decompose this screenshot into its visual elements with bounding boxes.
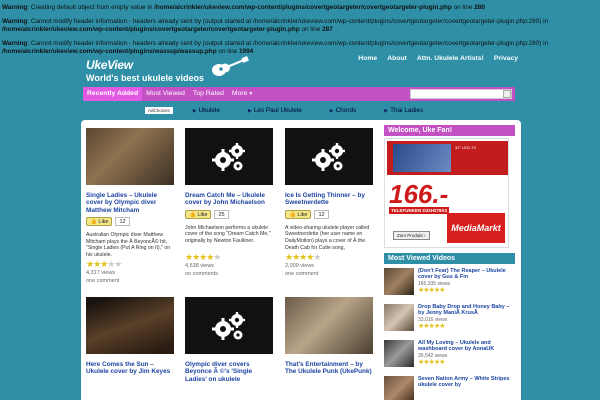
chevron-down-icon: ▼ (248, 91, 254, 97)
star-rating: ★★★★★ (418, 286, 445, 294)
video-card: Dream Catch Me – Ukulele cover by John M… (185, 128, 273, 278)
site-name: UkeView (86, 58, 133, 72)
triangle-right-icon: ▶ (247, 108, 252, 114)
video-title[interactable]: Dream Catch Me – Ukulele cover by John M… (185, 192, 273, 207)
comment-count[interactable]: no comments (185, 270, 273, 278)
mediamarkt-logo: MediaMarkt (447, 213, 505, 243)
triangle-right-icon: ▶ (192, 108, 197, 114)
site-tagline: World's best ukulele videos (86, 73, 205, 83)
video-title[interactable]: (Don't Fear) The Reaper – Ukulele cover … (418, 268, 514, 281)
video-thumbnail[interactable] (285, 128, 373, 185)
star-rating[interactable]: ★★★★★ (285, 252, 373, 262)
sidebar: Welcome, Uke Fan! 32" LED-TV 166.- TELEF… (384, 125, 515, 400)
video-card: Single Ladies – Ukulele cover by Olympic… (86, 128, 174, 285)
star-rating: ★★★★★ (418, 322, 445, 330)
view-count: 4,538 views (185, 262, 215, 269)
ad-link[interactable]: ▶ Chords (330, 107, 356, 114)
video-thumbnail[interactable] (384, 376, 414, 400)
gears-icon (212, 143, 245, 171)
view-count: 4,317 views (86, 270, 116, 277)
video-description: John Michaelson performs a ukulele cover… (185, 224, 271, 244)
video-description: A video-sharing ukulele player called Sw… (285, 224, 370, 251)
comment-count[interactable]: one comment (285, 270, 373, 278)
ad-banner[interactable]: 32" LED-TV 166.- TELEFUNKEN D32H278X3 Me… (384, 138, 509, 248)
video-title[interactable]: Seven Nation Army – White Stripes ukulel… (418, 376, 514, 389)
category-menu: Recently Added Most Viewed Top Rated Mor… (83, 87, 515, 101)
tv-ad-text: 32" LED-TV (455, 145, 477, 150)
video-title[interactable]: Ice Is Getting Thinner – by Sweetnerdett… (285, 192, 373, 207)
tv-screen (393, 144, 451, 172)
video-thumbnail[interactable] (86, 297, 174, 354)
nav-privacy[interactable]: Privacy (494, 55, 518, 62)
like-button[interactable]: 👍 Like (86, 217, 113, 227)
tab-more-label: More (231, 90, 248, 97)
video-title[interactable]: Olympic diver covers Beyonce Ã ©'s 'Sing… (185, 361, 273, 383)
triangle-right-icon: ▶ (384, 108, 389, 114)
star-rating: ★★★★★ (418, 358, 445, 366)
nav-artists[interactable]: Attn. Ukulele Artists! (417, 55, 484, 62)
warning-line: Warning: Creating default object from em… (2, 4, 485, 11)
video-thumbnail[interactable] (384, 304, 414, 331)
nav-about[interactable]: About (387, 55, 407, 62)
tab-most-viewed[interactable]: Most Viewed (142, 87, 189, 101)
video-thumbnail[interactable] (384, 340, 414, 367)
adchoices-badge[interactable]: AdChoices (145, 107, 173, 114)
gears-icon (212, 312, 245, 340)
search-button[interactable] (503, 90, 511, 98)
nav-home[interactable]: Home (358, 55, 377, 62)
video-thumbnail[interactable] (285, 297, 373, 354)
video-thumbnail[interactable] (185, 128, 273, 185)
star-rating[interactable]: ★★★★★ (86, 259, 174, 269)
like-button[interactable]: 👍 Like (285, 209, 312, 219)
ukulele-icon (212, 56, 249, 76)
video-title[interactable]: Drop Baby Drop and Honey Baby – by Jenny… (418, 304, 514, 317)
top-nav: Home About Attn. Ukulele Artists! Privac… (358, 55, 518, 62)
php-warnings: Warning: Creating default object from em… (0, 4, 600, 62)
ad-link-bar: AdChoices ▶ Ukulele ▶ Les Paul Ukulele ▶ Ch… (145, 107, 451, 114)
ad-link[interactable]: ▶ Les Paul Ukulele (248, 107, 302, 114)
most-viewed-header: Most Viewed Videos (384, 253, 515, 264)
warning-line: Warning: Cannot modify header informatio… (2, 17, 549, 34)
video-title[interactable]: That's Entertainment – by The Ukulele Pu… (285, 361, 373, 376)
search-input[interactable] (410, 89, 512, 99)
video-thumbnail[interactable] (384, 268, 414, 295)
video-thumbnail[interactable] (185, 297, 273, 354)
video-title[interactable]: Here Comes the Sun – Ukulele cover by Ji… (86, 361, 174, 376)
ad-link[interactable]: ▶ Ukulele (193, 107, 220, 114)
video-title[interactable]: All My Loving – Ukulele and washboard co… (418, 340, 514, 353)
tab-more[interactable]: More▼ (228, 87, 257, 101)
like-button[interactable]: 👍 Like (185, 209, 212, 219)
video-title[interactable]: Single Ladies – Ukulele cover by Olympic… (86, 192, 174, 214)
video-card: That's Entertainment – by The Ukulele Pu… (285, 297, 373, 376)
most-viewed-item[interactable]: Drop Baby Drop and Honey Baby – by Jenny… (384, 304, 515, 336)
tab-top-rated[interactable]: Top Rated (189, 87, 228, 101)
video-card: Here Comes the Sun – Ukulele cover by Ji… (86, 297, 174, 376)
like-count: 12 (115, 217, 130, 227)
ad-price: 166.- (389, 179, 449, 209)
video-card: Ice Is Getting Thinner – by Sweetnerdett… (285, 128, 373, 278)
ad-product-button[interactable]: Zum Produkt › (393, 231, 430, 240)
video-card: Olympic diver covers Beyonce Ã ©'s 'Sing… (185, 297, 273, 383)
ad-link[interactable]: ▶ Thai Ladies (384, 107, 423, 114)
video-thumbnail[interactable] (86, 128, 174, 185)
video-description: Australian Olympic diver Matthew Mitcham… (86, 232, 171, 258)
tv-ad-image: 32" LED-TV (387, 141, 508, 175)
star-rating[interactable]: ★★★★★ (185, 252, 273, 262)
gears-icon (312, 143, 345, 171)
welcome-header: Welcome, Uke Fan! (384, 125, 515, 136)
triangle-right-icon: ▶ (329, 108, 334, 114)
comment-count[interactable]: one comment (86, 277, 174, 285)
most-viewed-item[interactable]: (Don't Fear) The Reaper – Ukulele cover … (384, 268, 515, 300)
tab-recently-added[interactable]: Recently Added (83, 87, 143, 101)
like-count: 25 (214, 209, 229, 219)
most-viewed-item[interactable]: All My Loving – Ukulele and washboard co… (384, 340, 515, 372)
most-viewed-item[interactable]: Seven Nation Army – White Stripes ukulel… (384, 376, 515, 400)
like-count: 12 (314, 209, 329, 219)
site-logo[interactable]: UkeView World's best ukulele videos (86, 58, 204, 83)
view-count: 2,009 views (285, 262, 315, 269)
ad-product-label: TELEFUNKEN D32H278X3 (389, 207, 450, 214)
